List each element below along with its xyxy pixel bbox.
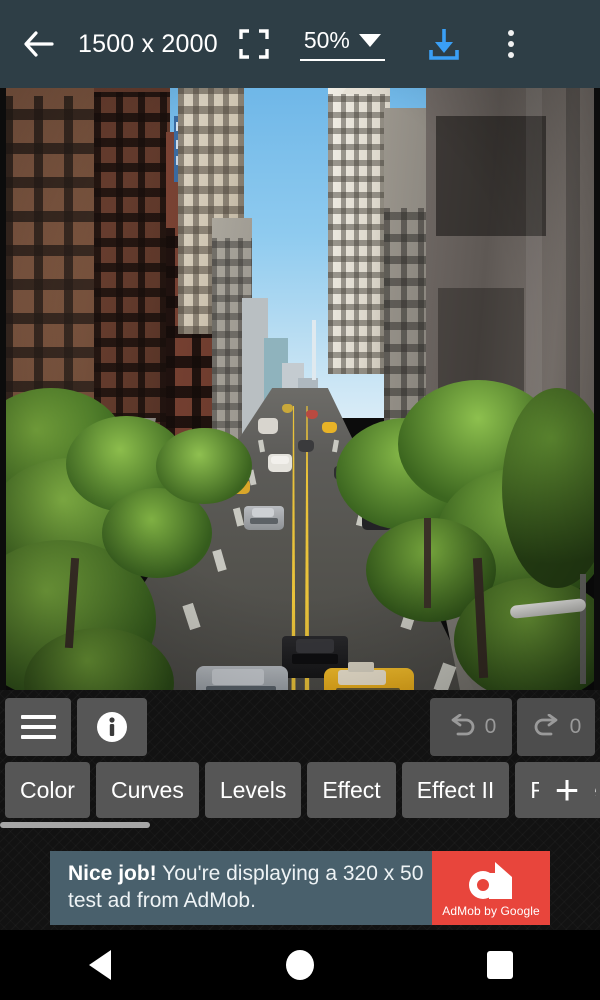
vehicle-yellow-taxi bbox=[324, 662, 414, 690]
toolbar-primary-row: 0 0 bbox=[0, 698, 600, 756]
add-tool-button[interactable]: + bbox=[539, 762, 595, 818]
app-root: 1500 x 2000 50% 0 0 Color Curves Levels … bbox=[0, 0, 600, 1000]
ad-text-panel: Nice job! You're displaying a 320 x 50 t… bbox=[50, 851, 432, 925]
android-navigation-bar bbox=[0, 930, 600, 1000]
tool-tab-effect[interactable]: Effect bbox=[307, 762, 396, 818]
building-distant-spire bbox=[312, 320, 316, 380]
tree-canopy bbox=[156, 428, 252, 504]
fit-to-screen-icon bbox=[239, 29, 269, 59]
photo-canvas[interactable] bbox=[0, 88, 600, 690]
more-vertical-icon bbox=[507, 52, 514, 58]
ad-headline: Nice job! bbox=[68, 862, 157, 886]
menu-button[interactable] bbox=[5, 698, 71, 756]
more-vertical-icon bbox=[507, 41, 514, 47]
nav-recents-square-icon bbox=[487, 951, 513, 979]
tool-tabs-scroller[interactable]: Color Curves Levels Effect Effect II Fra… bbox=[0, 762, 600, 818]
zoom-level-value: 50% bbox=[303, 27, 350, 53]
admob-logo-icon bbox=[469, 861, 512, 899]
redo-count: 0 bbox=[569, 715, 582, 738]
vehicle-distant bbox=[306, 410, 318, 419]
vehicle-distant bbox=[282, 404, 293, 413]
tool-tab-effect-ii[interactable]: Effect II bbox=[401, 762, 510, 818]
nav-back-button[interactable] bbox=[40, 930, 160, 1000]
chevron-down-icon bbox=[358, 34, 381, 47]
undo-count: 0 bbox=[484, 715, 497, 738]
window-grid bbox=[6, 96, 96, 426]
info-circle-icon bbox=[97, 712, 127, 742]
top-app-bar: 1500 x 2000 50% bbox=[0, 0, 600, 88]
download-icon bbox=[429, 29, 459, 60]
more-vertical-icon bbox=[507, 30, 514, 36]
nav-back-triangle-icon bbox=[89, 950, 111, 980]
editor-toolbar: 0 0 Color Curves Levels Effect Effect II… bbox=[0, 690, 600, 850]
zoom-level-dropdown[interactable]: 50% bbox=[299, 27, 385, 61]
back-button[interactable] bbox=[0, 0, 78, 88]
undo-arrow-icon bbox=[451, 714, 475, 736]
ad-message: Nice job! You're displaying a 320 x 50 t… bbox=[68, 861, 432, 915]
save-download-button[interactable] bbox=[407, 0, 481, 88]
vehicle-white-van bbox=[268, 454, 292, 472]
vehicle-silver-sedan bbox=[244, 506, 284, 530]
vehicle-taxi bbox=[322, 422, 337, 433]
image-dimensions-label: 1500 x 2000 bbox=[78, 29, 218, 58]
vehicle-dark bbox=[298, 440, 314, 452]
overflow-menu-button[interactable] bbox=[483, 0, 539, 88]
tool-tab-curves[interactable]: Curves bbox=[95, 762, 199, 818]
info-button[interactable] bbox=[77, 698, 147, 756]
vehicle-bus bbox=[258, 418, 278, 434]
tool-tab-color[interactable]: Color bbox=[5, 762, 90, 818]
ad-attribution: AdMob by Google bbox=[442, 903, 540, 918]
nav-home-circle-icon bbox=[286, 950, 314, 980]
tower-crown bbox=[342, 88, 372, 94]
nav-recents-button[interactable] bbox=[440, 930, 560, 1000]
street-lamp-pole bbox=[580, 574, 586, 684]
redo-button[interactable]: 0 bbox=[517, 698, 595, 756]
tool-tab-levels[interactable]: Levels bbox=[204, 762, 302, 818]
ad-logo-panel[interactable]: AdMob by Google bbox=[432, 851, 550, 925]
tool-tabs-list: Color Curves Levels Effect Effect II Fra… bbox=[5, 762, 600, 818]
fit-to-screen-button[interactable] bbox=[218, 0, 290, 88]
ad-banner[interactable]: Nice job! You're displaying a 320 x 50 t… bbox=[50, 851, 550, 925]
nav-home-button[interactable] bbox=[240, 930, 360, 1000]
undo-button[interactable]: 0 bbox=[430, 698, 512, 756]
tree-trunk bbox=[424, 518, 431, 608]
window-grid bbox=[328, 94, 390, 374]
arrow-left-icon bbox=[24, 31, 54, 57]
vehicle-silver-minivan bbox=[196, 666, 288, 690]
redo-arrow-icon bbox=[534, 714, 558, 736]
hamburger-menu-icon bbox=[20, 715, 56, 739]
plus-icon: + bbox=[554, 766, 580, 813]
tool-tabs-scrollbar-thumb[interactable] bbox=[0, 822, 150, 828]
photo-preview bbox=[6, 88, 594, 690]
